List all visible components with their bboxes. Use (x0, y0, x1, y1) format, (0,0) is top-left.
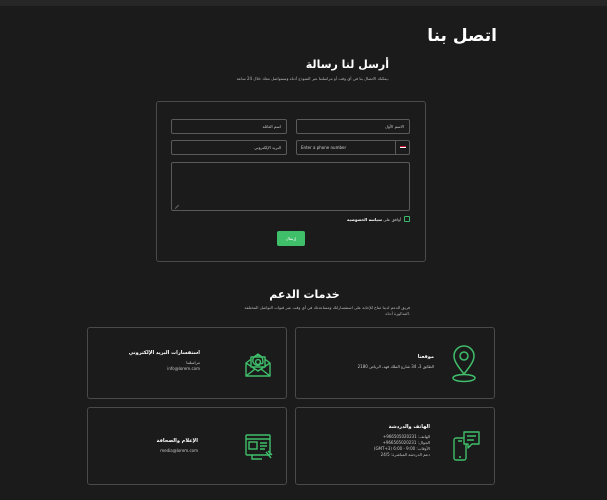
consent-checkbox[interactable] (404, 216, 410, 222)
phone-chat-icon (453, 431, 480, 461)
country-selector[interactable] (395, 141, 409, 154)
map-pin-icon (452, 345, 476, 383)
envelope-at-icon (245, 353, 271, 377)
media-press-card: الإعلام والصحافة media@lorem.com (87, 407, 287, 485)
location-card-body: موقعنا الطابق 3، 34 شارع الملك فهد، الري… (306, 354, 434, 370)
consent-row: أوافق على سياسة الخصوصية (287, 216, 410, 222)
location-card-address: الطابق 3، 34 شارع الملك فهد، الرياض 2180 (357, 364, 434, 369)
flag-icon (399, 145, 406, 150)
location-card-title: موقعنا (417, 354, 434, 360)
newspaper-icon (245, 434, 273, 460)
phone-card-line-4: دعم الدردشة المباشرة: 24/5 (380, 452, 430, 457)
media-card-email: media@lorem.com (160, 448, 198, 453)
form-intro: يمكنك الاتصال بنا في أي وقت أو مراسلتنا … (236, 76, 389, 81)
email-input[interactable] (171, 140, 287, 155)
support-intro: فريق الدعم لدينا متاح للإجابة على استفسا… (244, 305, 410, 316)
submit-button[interactable]: إرسال (277, 231, 305, 246)
contact-form: أوافق على سياسة الخصوصية إرسال (156, 101, 426, 262)
privacy-policy-link[interactable]: سياسة الخصوصية (347, 217, 382, 222)
last-name-input[interactable] (171, 119, 287, 134)
email-support-card: استفسارات البريد الإلكتروني مراسلتنا inf… (87, 327, 287, 399)
media-card-title: الإعلام والصحافة (156, 438, 198, 444)
phone-field (296, 140, 410, 155)
phone-input[interactable] (297, 141, 395, 154)
message-textarea[interactable] (171, 162, 410, 211)
phone-card-body: الهاتف والدردشة الهاتف: 966505020231+ ال… (300, 424, 430, 458)
support-heading-text: خدمات الدعم (269, 288, 340, 301)
email-card-title: استفسارات البريد الإلكتروني (128, 350, 200, 356)
email-card-address: info@lorem.com (167, 366, 200, 371)
page-title: اتصل بنا (427, 26, 497, 46)
phone-chat-card: الهاتف والدردشة الهاتف: 966505020231+ ال… (295, 407, 495, 485)
phone-card-title: الهاتف والدردشة (388, 424, 430, 430)
email-card-body: استفسارات البريد الإلكتروني مراسلتنا inf… (96, 350, 200, 372)
media-card-body: الإعلام والصحافة media@lorem.com (98, 438, 198, 454)
consent-prefix: أوافق على (382, 216, 401, 222)
top-bar (0, 0, 607, 6)
first-name-input[interactable] (296, 119, 410, 134)
form-heading: أرسل لنا رسالة (305, 58, 389, 71)
support-heading: خدمات الدعم (0, 288, 607, 301)
consent-label: أوافق على سياسة الخصوصية (347, 217, 401, 222)
location-card: موقعنا الطابق 3، 34 شارع الملك فهد، الري… (295, 327, 495, 399)
